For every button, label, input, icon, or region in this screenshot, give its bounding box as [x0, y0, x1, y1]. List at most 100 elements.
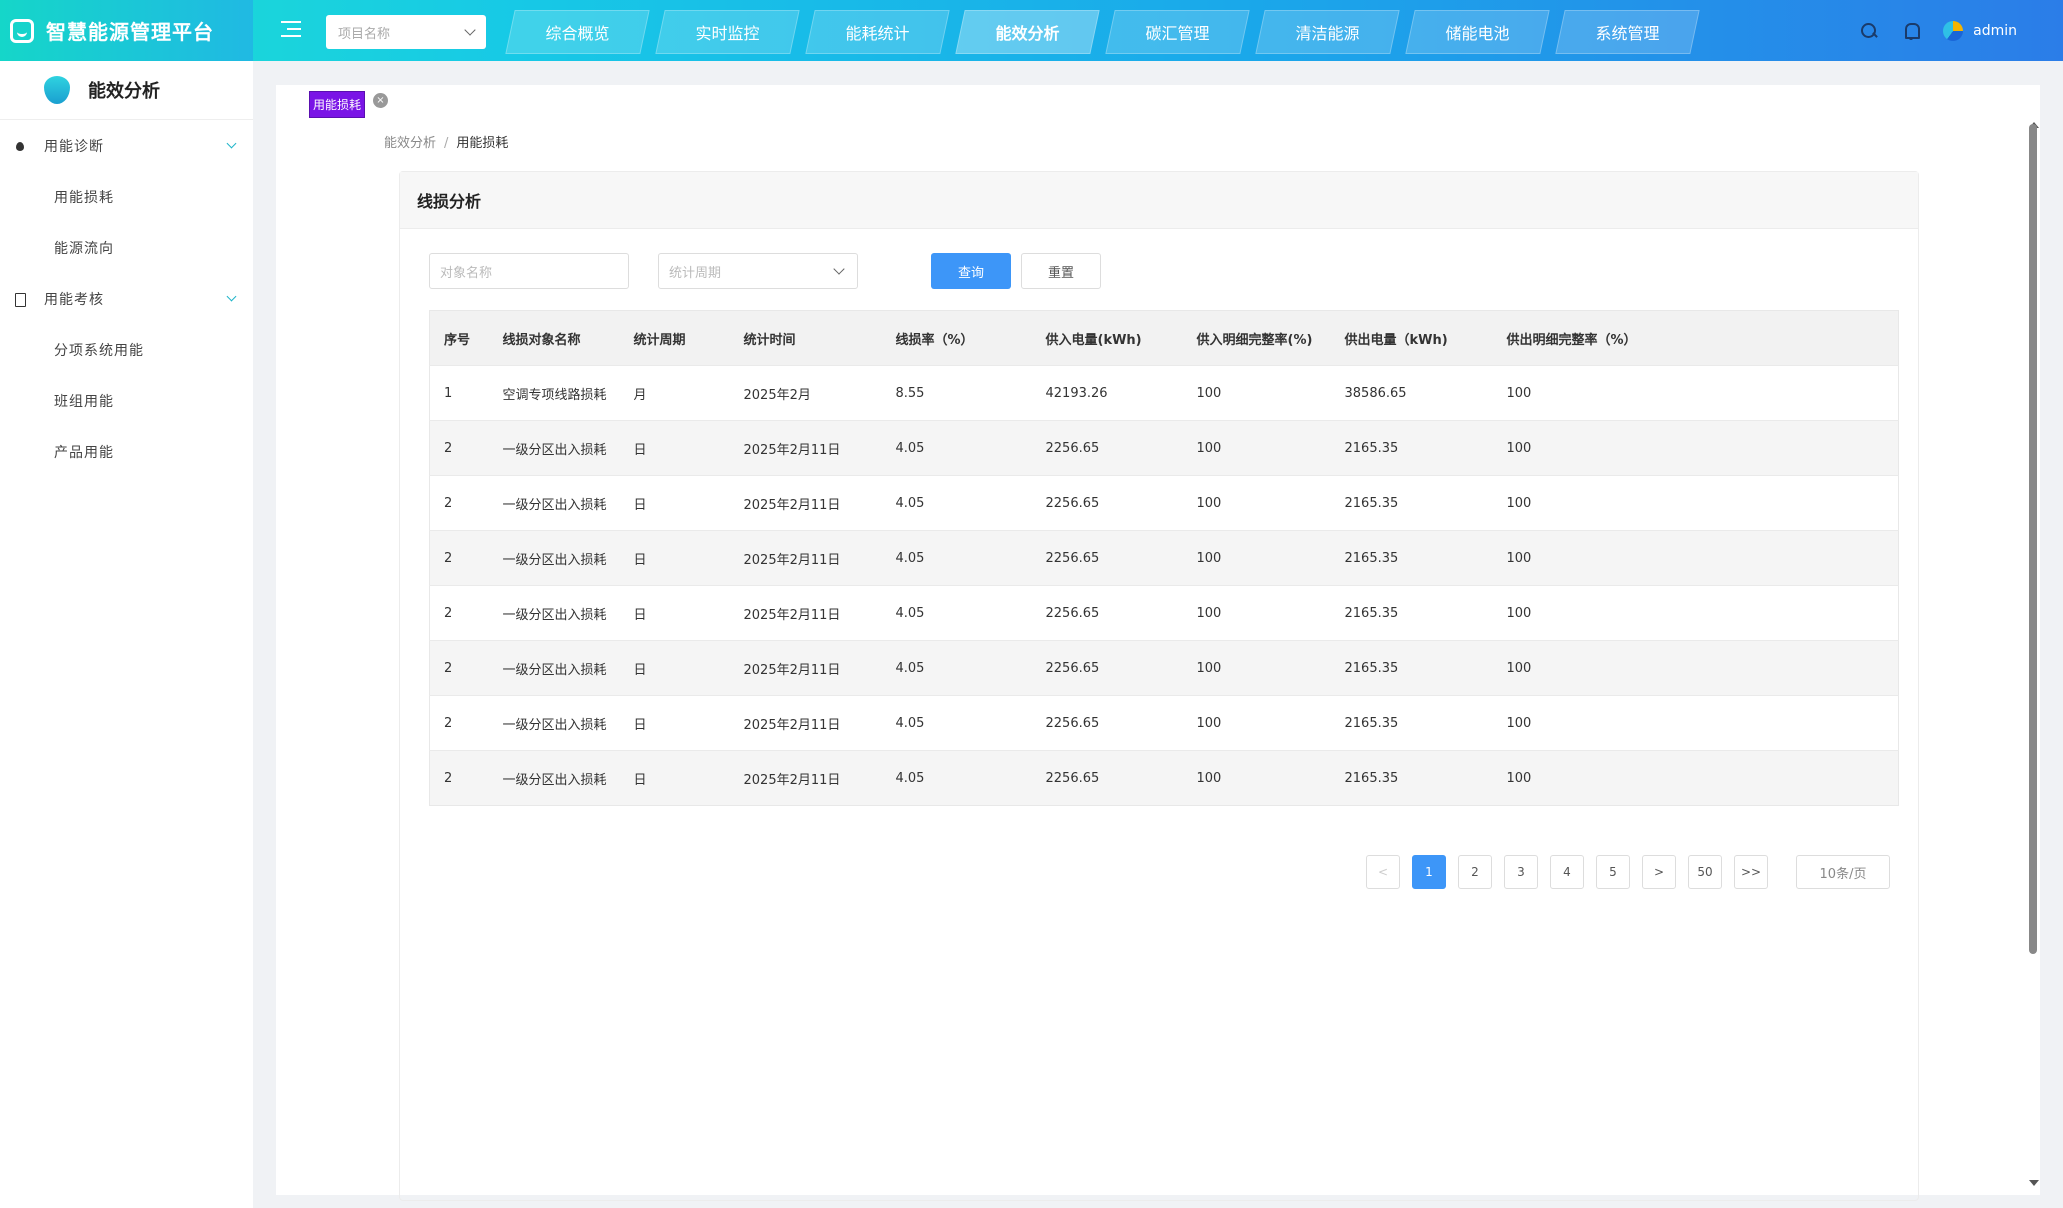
breadcrumb-parent[interactable]: 能效分析 — [384, 136, 436, 151]
table-cell: 2 — [429, 585, 489, 641]
table-cell: 2165.35 — [1330, 640, 1493, 696]
table-cell: 2256.65 — [1031, 585, 1183, 641]
app-title: 智慧能源管理平台 — [46, 20, 214, 44]
table-cell: 2 — [429, 475, 489, 531]
main-content: 用能损耗 × 能效分析 / 用能损耗 线损分析 对象名称 统计周期 查询 重置 序号 — [276, 85, 2040, 1201]
table-cell: 100 — [1492, 365, 1899, 421]
col-header: 线损率（%） — [881, 310, 1032, 366]
chevron-down-icon — [226, 291, 237, 302]
page-button-50[interactable]: 50 — [1688, 855, 1722, 889]
page-button-5[interactable]: 5 — [1596, 855, 1630, 889]
close-icon[interactable]: × — [373, 93, 388, 108]
table-cell: 100 — [1492, 475, 1899, 531]
tab-overview[interactable]: 综合概览 — [510, 10, 645, 54]
col-header: 供入电量(kWh) — [1031, 310, 1183, 366]
sidebar-group-energy-assessment[interactable]: 用能考核 — [0, 273, 253, 324]
table-cell: 100 — [1492, 750, 1899, 806]
table-cell: 2 — [429, 640, 489, 696]
chevron-down-icon — [464, 24, 476, 36]
sidebar-item-energy-flow[interactable]: 能源流向 — [0, 222, 253, 273]
table-cell: 月 — [619, 365, 730, 421]
reset-button[interactable]: 重置 — [1021, 253, 1101, 289]
tab-efficiency-analysis[interactable]: 能效分析 — [960, 10, 1095, 54]
table-cell: 日 — [619, 420, 730, 476]
table-cell: 2 — [429, 750, 489, 806]
sidebar-group-label: 用能考核 — [44, 291, 104, 308]
table-cell: 日 — [619, 585, 730, 641]
card-title: 线损分析 — [400, 172, 1918, 229]
sidebar-group-energy-diagnosis[interactable]: 用能诊断 — [0, 120, 253, 171]
table-cell: 2256.65 — [1031, 640, 1183, 696]
page-button-3[interactable]: 3 — [1504, 855, 1538, 889]
page-button-4[interactable]: 4 — [1550, 855, 1584, 889]
table-cell: 2165.35 — [1330, 475, 1493, 531]
tab-carbon-management[interactable]: 碳汇管理 — [1110, 10, 1245, 54]
table-cell: 100 — [1182, 365, 1331, 421]
table-cell: 100 — [1492, 420, 1899, 476]
next-page-button[interactable]: > — [1642, 855, 1676, 889]
table-cell: 日 — [619, 530, 730, 586]
scroll-down-arrow[interactable] — [2029, 1180, 2039, 1186]
table-cell: 2256.65 — [1031, 530, 1183, 586]
table-cell: 100 — [1492, 530, 1899, 586]
table-cell: 日 — [619, 695, 730, 751]
last-page-button[interactable]: >> — [1734, 855, 1768, 889]
table-cell: 2165.35 — [1330, 750, 1493, 806]
table-cell: 一级分区出入损耗 — [488, 530, 620, 586]
vertical-scrollbar[interactable] — [2029, 124, 2037, 954]
col-header: 线损对象名称 — [488, 310, 620, 366]
col-header: 供出明细完整率（%） — [1492, 310, 1899, 366]
table-cell: 2025年2月11日 — [729, 585, 882, 641]
sidebar: 能效分析 用能诊断 用能损耗 能源流向 用能考核 分项系统用能 班组用能 产品用… — [0, 61, 253, 1208]
query-button[interactable]: 查询 — [931, 253, 1011, 289]
table-cell: 100 — [1182, 475, 1331, 531]
page-tag[interactable]: 用能损耗 — [309, 91, 366, 118]
sidebar-item-product-energy[interactable]: 产品用能 — [0, 426, 253, 477]
table-cell: 2025年2月11日 — [729, 420, 882, 476]
tab-storage-battery[interactable]: 储能电池 — [1410, 10, 1545, 54]
table-header-row: 序号 线损对象名称 统计周期 统计时间 线损率（%） 供入电量(kWh) 供入明… — [429, 310, 1899, 366]
logo-area: 智慧能源管理平台 — [0, 0, 253, 61]
table-cell: 100 — [1182, 585, 1331, 641]
tab-energy-statistics[interactable]: 能耗统计 — [810, 10, 945, 54]
logo-icon — [10, 18, 34, 43]
table-cell: 日 — [619, 750, 730, 806]
table-cell: 2025年2月11日 — [729, 530, 882, 586]
col-header: 供出电量（kWh) — [1330, 310, 1493, 366]
table-cell: 100 — [1182, 420, 1331, 476]
user-name[interactable]: admin — [1973, 23, 2017, 39]
tab-clean-energy[interactable]: 清洁能源 — [1260, 10, 1395, 54]
sidebar-group-label: 用能诊断 — [44, 138, 104, 155]
page-button-2[interactable]: 2 — [1458, 855, 1492, 889]
table-cell: 2 — [429, 420, 489, 476]
page-button-1[interactable]: 1 — [1412, 855, 1446, 889]
col-header: 统计时间 — [729, 310, 882, 366]
project-select[interactable]: 项目名称 — [326, 15, 486, 49]
table-cell: 4.05 — [881, 695, 1032, 751]
period-select[interactable]: 统计周期 — [658, 253, 858, 289]
object-name-placeholder: 对象名称 — [440, 265, 493, 281]
object-name-input[interactable]: 对象名称 — [429, 253, 629, 289]
prev-page-button[interactable]: < — [1366, 855, 1400, 889]
table-cell: 日 — [619, 640, 730, 696]
table-cell: 4.05 — [881, 640, 1032, 696]
table-cell: 2165.35 — [1330, 530, 1493, 586]
page-size-select[interactable]: 10条/页 — [1796, 855, 1890, 889]
table-cell: 2025年2月 — [729, 365, 882, 421]
table-cell: 空调专项线路损耗 — [488, 365, 620, 421]
table-cell: 一级分区出入损耗 — [488, 585, 620, 641]
search-icon[interactable] — [1859, 21, 1879, 41]
table-cell: 2256.65 — [1031, 750, 1183, 806]
tab-realtime-monitor[interactable]: 实时监控 — [660, 10, 795, 54]
sidebar-item-energy-loss[interactable]: 用能损耗 — [0, 171, 253, 222]
breadcrumb: 能效分析 / 用能损耗 — [384, 132, 508, 151]
table-row: 2 一级分区出入损耗 日 2025年2月11日 4.05 2256.65 100… — [429, 750, 1899, 806]
menu-toggle-icon[interactable] — [281, 21, 301, 39]
col-header: 统计周期 — [619, 310, 730, 366]
avatar[interactable] — [1943, 20, 1964, 41]
bell-icon[interactable] — [1901, 21, 1921, 41]
tab-system-management[interactable]: 系统管理 — [1560, 10, 1695, 54]
table-cell: 100 — [1492, 585, 1899, 641]
sidebar-item-subsystem-energy[interactable]: 分项系统用能 — [0, 324, 253, 375]
sidebar-item-team-energy[interactable]: 班组用能 — [0, 375, 253, 426]
